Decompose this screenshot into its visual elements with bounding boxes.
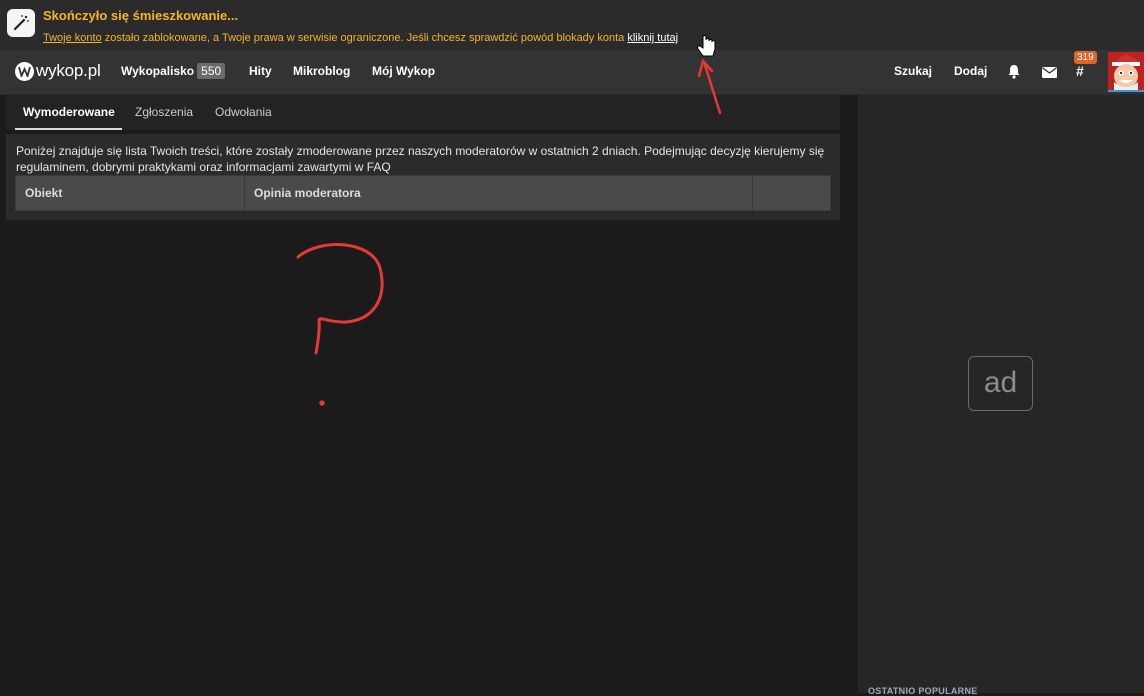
- ad-placeholder: ad: [968, 356, 1033, 411]
- column-actions: [753, 176, 832, 210]
- active-tab-indicator: [15, 128, 122, 130]
- envelope-icon[interactable]: [1042, 65, 1057, 83]
- nav-wykopalisko-label: Wykopalisko: [121, 64, 195, 78]
- nav-wykopalisko[interactable]: Wykopalisko 550: [121, 63, 226, 79]
- magic-wand-icon: [7, 9, 35, 37]
- nav-moj-wykop[interactable]: Mój Wykop: [372, 64, 435, 78]
- tab-wymoderowane[interactable]: Wymoderowane: [23, 105, 115, 119]
- wykop-logo-icon: [15, 61, 34, 81]
- moderation-table-header: Obiekt Opinia moderatora: [15, 175, 831, 211]
- nav-mikroblog[interactable]: Mikroblog: [293, 64, 350, 78]
- hashtag-icon[interactable]: #: [1076, 63, 1084, 79]
- bell-icon[interactable]: [1007, 64, 1021, 84]
- alert-message-text: zostało zablokowane, a Twoje prawa w ser…: [101, 32, 628, 44]
- nav-hity[interactable]: Hity: [249, 64, 272, 78]
- alert-message: Twoje konto zostało zablokowane, a Twoje…: [43, 32, 678, 44]
- logo-text: wykop.pl: [36, 61, 101, 80]
- column-opinia-moderatora: Opinia moderatora: [245, 176, 753, 210]
- question-mark-annotation: [296, 243, 384, 406]
- moderation-tabs: Wymoderowane Zgłoszenia Odwołania: [6, 95, 840, 130]
- search-link[interactable]: Szukaj: [894, 64, 932, 78]
- tab-odwolania[interactable]: Odwołania: [215, 105, 272, 119]
- avatar[interactable]: [1108, 52, 1144, 92]
- add-link[interactable]: Dodaj: [954, 64, 987, 78]
- tab-zgloszenia[interactable]: Zgłoszenia: [135, 105, 193, 119]
- ban-alert: Skończyło się śmieszkowanie... Twoje kon…: [0, 0, 1144, 50]
- click-here-link[interactable]: kliknij tutaj: [627, 32, 678, 44]
- recent-popular-heading: OSTATNIO POPULARNE: [868, 686, 978, 696]
- wykopalisko-count: 550: [197, 63, 226, 79]
- column-obiekt: Obiekt: [16, 176, 245, 210]
- alert-title: Skończyło się śmieszkowanie...: [43, 8, 239, 23]
- moderated-content-panel: Poniżej znajduje się lista Twoich treści…: [6, 134, 840, 220]
- top-navigation: wykop.pl Wykopalisko 550 Hity Mikroblog M…: [0, 50, 1144, 95]
- account-link[interactable]: Twoje konto: [43, 32, 102, 44]
- wykop-logo[interactable]: wykop.pl: [15, 61, 101, 81]
- panel-description: Poniżej znajduje się lista Twoich treści…: [16, 144, 825, 174]
- right-sidebar: ad OSTATNIO POPULARNE: [858, 95, 1144, 696]
